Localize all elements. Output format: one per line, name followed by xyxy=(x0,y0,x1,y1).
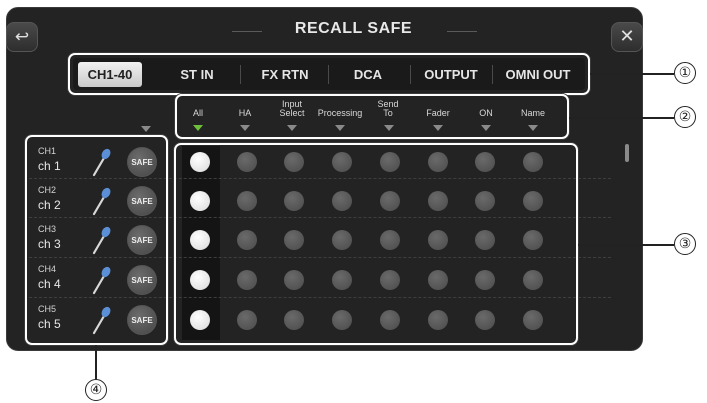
callout-leader-1 xyxy=(590,73,674,75)
callout-frame-channels xyxy=(25,135,168,345)
close-icon[interactable]: ✕ xyxy=(611,22,643,52)
safe-column-triangle[interactable] xyxy=(141,126,151,132)
callout-leader-2 xyxy=(569,117,674,119)
scrollbar-thumb[interactable] xyxy=(625,144,629,162)
callout-number-3: ③ xyxy=(674,233,696,255)
callout-number-2: ② xyxy=(674,106,696,128)
callout-frame-tabs xyxy=(68,53,590,95)
callout-leader-3 xyxy=(578,244,674,246)
callout-leader-4 xyxy=(95,345,97,379)
callout-number-4: ④ xyxy=(85,379,107,401)
callout-number-1: ① xyxy=(674,62,696,84)
callout-frame-column-select xyxy=(175,94,569,139)
callout-frame-grid xyxy=(174,143,578,345)
page-title: RECALL SAFE xyxy=(294,20,413,37)
